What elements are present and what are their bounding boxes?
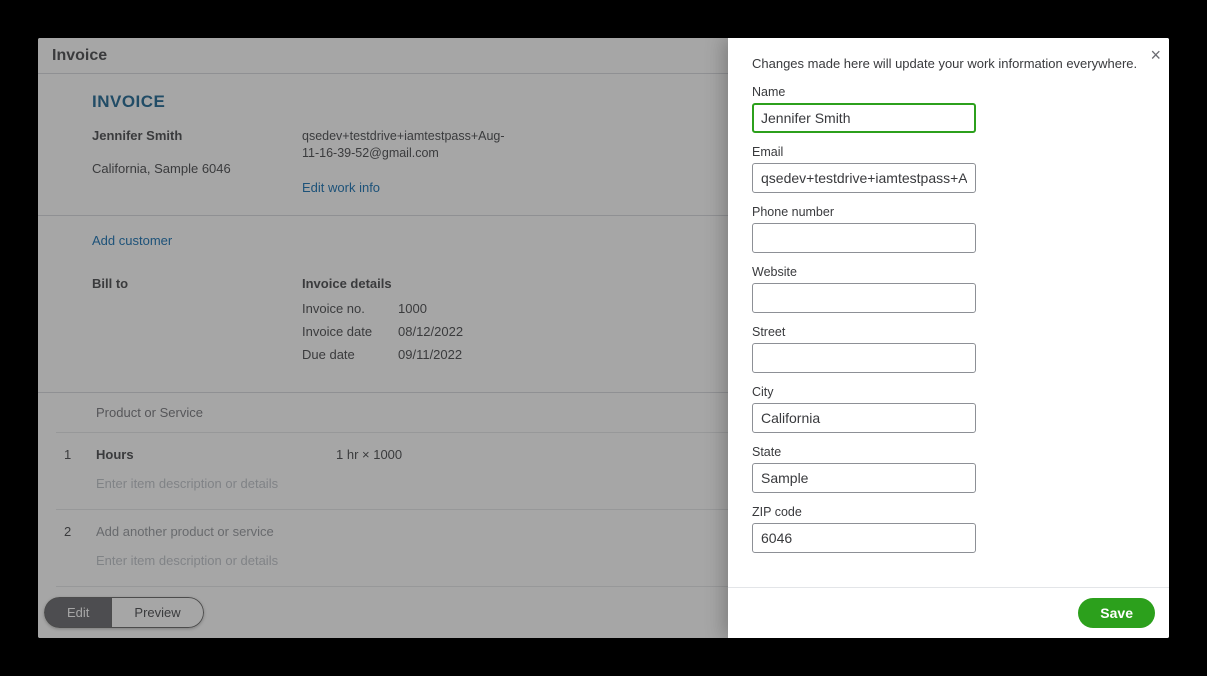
app-frame: Invoice INVOICE Jennifer Smith Californi…: [38, 38, 1169, 638]
zip-label: ZIP code: [752, 505, 1145, 519]
panel-message: Changes made here will update your work …: [752, 56, 1145, 71]
state-label: State: [752, 445, 1145, 459]
panel-footer: Save: [728, 587, 1169, 638]
name-field[interactable]: [752, 103, 976, 133]
phone-field[interactable]: [752, 223, 976, 253]
city-label: City: [752, 385, 1145, 399]
street-label: Street: [752, 325, 1145, 339]
zip-field[interactable]: [752, 523, 976, 553]
phone-label: Phone number: [752, 205, 1145, 219]
work-info-panel: × Changes made here will update your wor…: [728, 38, 1169, 638]
state-field[interactable]: [752, 463, 976, 493]
save-button[interactable]: Save: [1078, 598, 1155, 628]
email-label: Email: [752, 145, 1145, 159]
close-icon[interactable]: ×: [1150, 46, 1161, 64]
city-field[interactable]: [752, 403, 976, 433]
name-label: Name: [752, 85, 1145, 99]
email-field[interactable]: [752, 163, 976, 193]
website-field[interactable]: [752, 283, 976, 313]
street-field[interactable]: [752, 343, 976, 373]
website-label: Website: [752, 265, 1145, 279]
